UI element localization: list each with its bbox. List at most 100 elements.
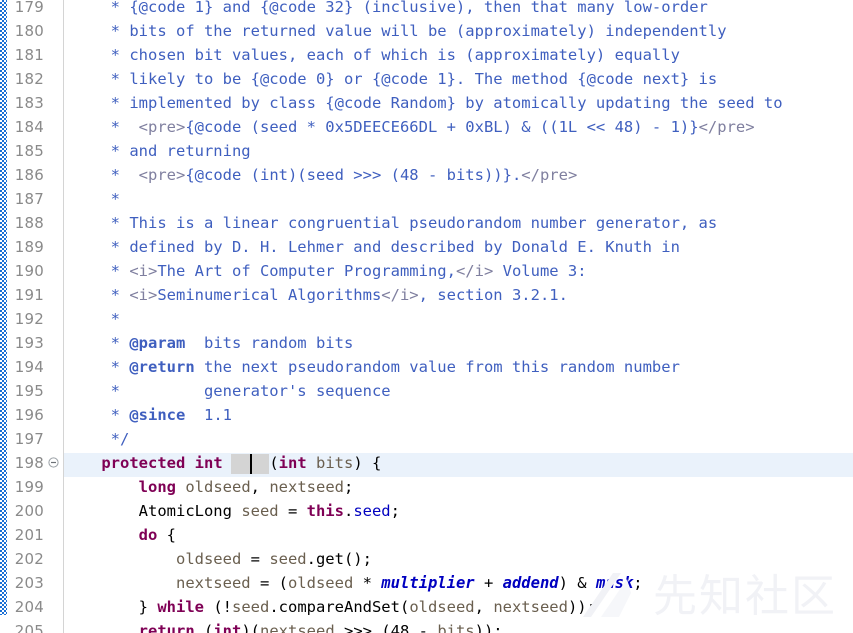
code-token-local: bits	[437, 622, 475, 633]
code-token-field-static: addend	[502, 574, 559, 592]
code-token-local: seed	[241, 502, 279, 520]
code-token-local: oldseed	[175, 550, 242, 568]
code-token-javadoc: *	[64, 118, 139, 136]
code-line[interactable]: do {	[64, 523, 176, 547]
code-token-kw: this	[306, 502, 344, 520]
line-number: 182	[14, 70, 44, 88]
code-line[interactable]: * generator's sequence	[64, 379, 391, 403]
line-number: 197	[14, 430, 44, 448]
line-number: 191	[14, 286, 44, 304]
code-token-javadoc: * {@code 1} and {@code 32} (inclusive), …	[64, 0, 708, 16]
code-token-field-static: multiplier	[381, 574, 475, 592]
code-token-javadoc: Seminumerical Algorithms	[157, 286, 382, 304]
code-token-javadoc: *	[64, 310, 120, 328]
code-token-plain: ,	[250, 478, 270, 496]
code-line[interactable]: * {@code 1} and {@code 32} (inclusive), …	[64, 0, 708, 19]
code-token-javadoc-html: </pre>	[698, 118, 755, 136]
code-token-local: nextseed	[493, 598, 568, 616]
code-token-plain: .get();	[306, 550, 372, 568]
code-line[interactable]: long oldseed, nextseed;	[64, 475, 354, 499]
code-line[interactable]: * <pre>{@code (int)(seed >>> (48 - bits)…	[64, 163, 578, 187]
code-line[interactable]: */	[64, 427, 130, 451]
line-number: 194	[14, 358, 44, 376]
code-token-javadoc: * likely to be {@code 0} or {@code 1}. T…	[64, 70, 718, 88]
line-number: 186	[14, 166, 44, 184]
code-token-plain: (!	[204, 598, 232, 616]
code-token-local: nextseed	[269, 478, 344, 496]
code-line[interactable]: oldseed = seed.get();	[64, 547, 372, 571]
code-line[interactable]: * bits of the returned value will be (ap…	[64, 19, 727, 43]
line-number: 202	[14, 550, 44, 568]
code-line[interactable]: * This is a linear congruential pseudora…	[64, 211, 718, 235]
line-number: 188	[14, 214, 44, 232]
code-line[interactable]: * likely to be {@code 0} or {@code 1}. T…	[64, 67, 718, 91]
line-number-gutter: 179 180 181 182 183 184 185 186 187 188 189 190 191 1…	[7, 0, 64, 633]
code-token-plain: ,	[474, 598, 494, 616]
code-token-javadoc-tag: @since	[129, 406, 186, 424]
code-line[interactable]: * @since 1.1	[64, 403, 232, 427]
code-token-javadoc: */	[64, 430, 130, 448]
code-token-javadoc: the next pseudorandom value from this ra…	[194, 358, 680, 376]
code-token-plain: ) {	[353, 454, 382, 472]
code-token-local: oldseed	[185, 478, 251, 496]
code-line[interactable]: *	[64, 307, 120, 331]
code-token-javadoc-html: <i>	[129, 262, 158, 280]
code-token-javadoc: {@code (int)(seed >>> (48 - bits))}.	[185, 166, 522, 184]
code-token-plain: }	[64, 598, 158, 616]
code-line[interactable]: * chosen bit values, each of which is (a…	[64, 43, 680, 67]
line-number: 183	[14, 94, 44, 112]
code-token-kw: protected	[101, 454, 186, 472]
code-line[interactable]: nextseed = (oldseed * multiplier + adden…	[64, 571, 643, 595]
code-line[interactable]: return (int)(nextseed >>> (48 - bits));	[64, 619, 503, 633]
code-line[interactable]: * @param bits random bits	[64, 331, 354, 355]
code-token-plain: ) &	[558, 574, 596, 592]
code-line[interactable]: *	[64, 187, 120, 211]
code-token-kw: while	[157, 598, 204, 616]
code-token-plain: (	[194, 622, 214, 633]
code-token-javadoc: *	[64, 334, 130, 352]
line-number: 201	[14, 526, 44, 544]
code-line[interactable]: * implemented by class {@code Random} by…	[64, 91, 783, 115]
code-token-kw: long	[138, 478, 176, 496]
code-token-local: seed	[232, 598, 270, 616]
code-token-javadoc: * defined by D. H. Lehmer and described …	[64, 238, 680, 256]
code-token-field: seed	[353, 502, 391, 520]
code-fold-collapse-icon[interactable]	[46, 451, 60, 475]
code-token-kw: do	[138, 526, 158, 544]
code-token-javadoc: *	[64, 166, 139, 184]
code-line[interactable]: protected int next(int bits) {	[64, 451, 381, 475]
code-line[interactable]: AtomicLong seed = this.seed;	[64, 499, 400, 523]
line-number: 200	[14, 502, 44, 520]
code-token-kw: return	[138, 622, 195, 633]
code-token-javadoc-html: </pre>	[521, 166, 578, 184]
code-token-javadoc: * implemented by class {@code Random} by…	[64, 94, 783, 112]
code-text-area[interactable]: * {@code 1} and {@code 32} (inclusive), …	[64, 0, 853, 633]
code-token-javadoc: * generator's sequence	[64, 382, 391, 400]
line-number: 196	[14, 406, 44, 424]
code-token-javadoc: * bits of the returned value will be (ap…	[64, 22, 727, 40]
code-token-javadoc: Volume 3:	[493, 262, 587, 280]
code-token-plain: +	[474, 574, 503, 592]
code-line[interactable]: } while (!seed.compareAndSet(oldseed, ne…	[64, 595, 596, 619]
code-token-javadoc: {@code (seed * 0x5DEECE66DL + 0xBL) & ((…	[185, 118, 699, 136]
code-token-javadoc-html: <pre>	[138, 166, 186, 184]
code-line[interactable]: * defined by D. H. Lehmer and described …	[64, 235, 680, 259]
java-code-editor[interactable]: 179 180 181 182 183 184 185 186 187 188 189 190 191 1…	[0, 0, 853, 633]
code-line[interactable]: * <i>Seminumerical Algorithms</i>, secti…	[64, 283, 568, 307]
line-number: 195	[14, 382, 44, 400]
code-line[interactable]: * and returning	[64, 139, 251, 163]
code-line[interactable]: * @return the next pseudorandom value fr…	[64, 355, 680, 379]
code-line[interactable]: * <pre>{@code (seed * 0x5DEECE66DL + 0xB…	[64, 115, 755, 139]
code-token-javadoc-tag: @param	[129, 334, 186, 352]
code-token-javadoc: *	[64, 358, 130, 376]
code-line[interactable]: * <i>The Art of Computer Programming,</i…	[64, 259, 587, 283]
code-token-javadoc-html: <pre>	[138, 118, 186, 136]
code-token-javadoc: bits random bits	[185, 334, 354, 352]
code-token-plain: ;	[343, 478, 354, 496]
code-token-plain: ;	[633, 574, 643, 592]
